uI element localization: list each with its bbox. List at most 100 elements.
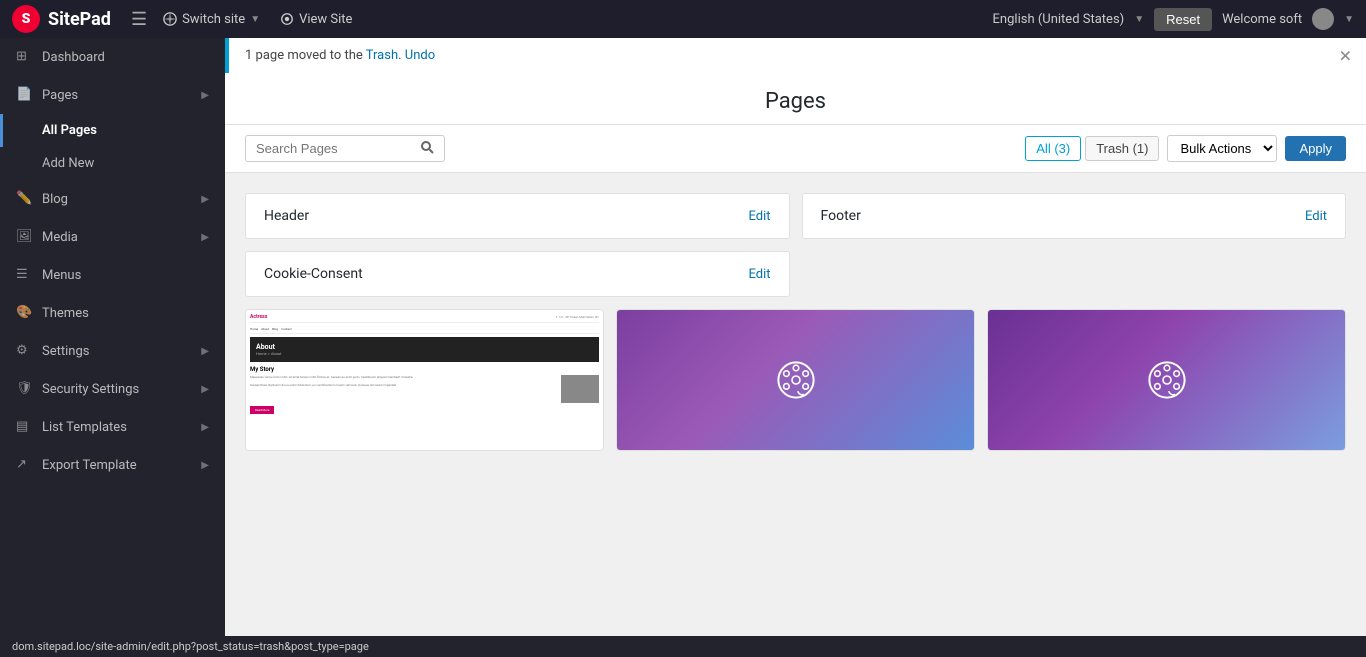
view-site-label: View Site: [299, 12, 352, 27]
sidebar-item-export-template[interactable]: ↗ Export Template ▶: [0, 446, 225, 484]
sidebar-item-label-settings: Settings: [42, 344, 89, 359]
notif-close-button[interactable]: ✕: [1339, 46, 1352, 65]
edit-link-footer[interactable]: Edit: [1305, 209, 1327, 224]
thumbnails-row: Actress ✦ 121, 4th Street, Manhattan, NY…: [245, 309, 1346, 451]
theme-card-blog: Blog: [616, 309, 975, 451]
sidebar-item-media[interactable]: 🖼 Media ▶: [0, 218, 225, 256]
statusbar-url: dom.sitepad.loc/site-admin/edit.php?post…: [12, 640, 369, 653]
theme-card-home: Home: [987, 309, 1346, 451]
list-templates-chevron: ▶: [201, 422, 209, 433]
security-chevron: ▶: [201, 384, 209, 395]
theme-preview-actress: Actress ✦ 121, 4th Street, Manhattan, NY…: [246, 310, 603, 450]
topbar-nav: Switch site ▼ View Site: [163, 12, 352, 27]
media-icon: 🖼: [16, 229, 32, 245]
pages-chevron: ▶: [201, 90, 209, 101]
theme-footer-blog: Blog: [617, 450, 974, 451]
filter-tabs: All (3) Trash (1): [1025, 136, 1159, 161]
blog-icon: ✏️: [16, 191, 32, 207]
page-title: Pages: [245, 89, 1346, 114]
avatar-chevron: ▼: [1344, 14, 1354, 25]
theme-preview-blog: [617, 310, 974, 450]
trash-link[interactable]: Trash: [366, 48, 398, 63]
switch-site-chevron: ▼: [250, 14, 260, 25]
palette-icon-home: [1143, 356, 1191, 404]
media-chevron: ▶: [201, 232, 209, 243]
sidebar-item-label-themes: Themes: [42, 306, 89, 321]
settings-chevron: ▶: [201, 346, 209, 357]
edit-link-header[interactable]: Edit: [748, 209, 770, 224]
security-icon: 🛡: [16, 381, 32, 397]
notification-bar: 1 page moved to the Trash. Undo ✕: [225, 38, 1366, 73]
switch-site-label: Switch site: [182, 12, 245, 27]
theme-card-actress: Actress ✦ 121, 4th Street, Manhattan, NY…: [245, 309, 604, 451]
reset-button[interactable]: Reset: [1154, 8, 1212, 31]
sidebar-item-label-pages: Pages: [42, 88, 78, 103]
page-card-header: Header Edit: [245, 193, 790, 239]
page-card-name-footer: Footer: [821, 208, 861, 224]
apply-button[interactable]: Apply: [1285, 136, 1346, 161]
search-input[interactable]: [252, 136, 412, 161]
hamburger-icon[interactable]: ☰: [131, 9, 147, 30]
blog-chevron: ▶: [201, 194, 209, 205]
page-card-name-cookie: Cookie-Consent: [264, 266, 363, 282]
export-chevron: ▶: [201, 460, 209, 471]
bulk-actions-select[interactable]: Bulk Actions: [1167, 135, 1277, 162]
list-templates-icon: ▤: [16, 419, 32, 435]
sidebar: ⊞ Dashboard 📄 Pages ▶ All Pages Add New …: [0, 38, 225, 636]
filter-tab-trash[interactable]: Trash (1): [1085, 136, 1159, 161]
sidebar-item-all-pages[interactable]: All Pages: [0, 114, 225, 147]
logo: S SitePad: [12, 5, 111, 33]
logo-text: SitePad: [48, 9, 111, 30]
main-content: 1 page moved to the Trash. Undo ✕ Pages: [225, 38, 1366, 636]
sidebar-item-label-add-new: Add New: [42, 156, 94, 171]
welcome-text: Welcome soft: [1222, 12, 1302, 27]
language-select[interactable]: English (United States): [993, 12, 1125, 27]
page-card-cookie: Cookie-Consent Edit: [245, 251, 790, 297]
page-header: Pages: [225, 73, 1366, 125]
sidebar-item-blog[interactable]: ✏️ Blog ▶: [0, 180, 225, 218]
sidebar-item-label-dashboard: Dashboard: [42, 50, 105, 65]
export-icon: ↗: [16, 457, 32, 473]
dashboard-icon: ⊞: [16, 49, 32, 65]
search-button[interactable]: [416, 136, 438, 161]
sidebar-item-themes[interactable]: 🎨 Themes: [0, 294, 225, 332]
logo-icon: S: [12, 5, 40, 33]
sidebar-item-dashboard[interactable]: ⊞ Dashboard: [0, 38, 225, 76]
sidebar-item-menus[interactable]: ☰ Menus: [0, 256, 225, 294]
sidebar-item-label-blog: Blog: [42, 192, 68, 207]
sidebar-item-label-media: Media: [42, 230, 78, 245]
theme-footer-home: Home: [988, 450, 1345, 451]
switch-site-button[interactable]: Switch site ▼: [163, 12, 260, 27]
sidebar-item-label-export: Export Template: [42, 458, 137, 473]
filter-bar: All (3) Trash (1) Bulk Actions Apply: [225, 125, 1366, 173]
lang-chevron: ▼: [1134, 14, 1144, 25]
sidebar-item-label-security: Security Settings: [42, 382, 139, 397]
content-area: Header Edit Footer Edit Cookie-Consent E…: [225, 173, 1366, 471]
notif-text: 1 page moved to the Trash. Undo: [245, 48, 435, 63]
theme-preview-home: [988, 310, 1345, 450]
sidebar-item-label-list-templates: List Templates: [42, 420, 127, 435]
filter-tab-all[interactable]: All (3): [1025, 136, 1081, 161]
sidebar-item-label-menus: Menus: [42, 268, 81, 283]
theme-footer-actress: Actress: [246, 450, 603, 451]
sidebar-item-settings[interactable]: ⚙ Settings ▶: [0, 332, 225, 370]
view-site-button[interactable]: View Site: [280, 12, 352, 27]
settings-icon: ⚙: [16, 343, 32, 359]
sidebar-item-pages[interactable]: 📄 Pages ▶: [0, 76, 225, 114]
page-title-row: Pages: [245, 73, 1346, 124]
sidebar-item-label-all-pages: All Pages: [42, 123, 97, 138]
avatar[interactable]: [1312, 8, 1334, 30]
pages-icon: 📄: [16, 87, 32, 103]
menus-icon: ☰: [16, 267, 32, 283]
sidebar-item-add-new[interactable]: Add New: [0, 147, 225, 180]
undo-link[interactable]: Undo: [405, 48, 435, 63]
layout: ⊞ Dashboard 📄 Pages ▶ All Pages Add New …: [0, 38, 1366, 636]
topbar-right: English (United States) ▼ Reset Welcome …: [993, 8, 1354, 31]
statusbar: dom.sitepad.loc/site-admin/edit.php?post…: [0, 636, 1366, 657]
search-wrap: [245, 135, 445, 162]
sidebar-item-security-settings[interactable]: 🛡 Security Settings ▶: [0, 370, 225, 408]
page-card-name-header: Header: [264, 208, 309, 224]
edit-link-cookie[interactable]: Edit: [748, 267, 770, 282]
page-card-footer: Footer Edit: [802, 193, 1347, 239]
sidebar-item-list-templates[interactable]: ▤ List Templates ▶: [0, 408, 225, 446]
